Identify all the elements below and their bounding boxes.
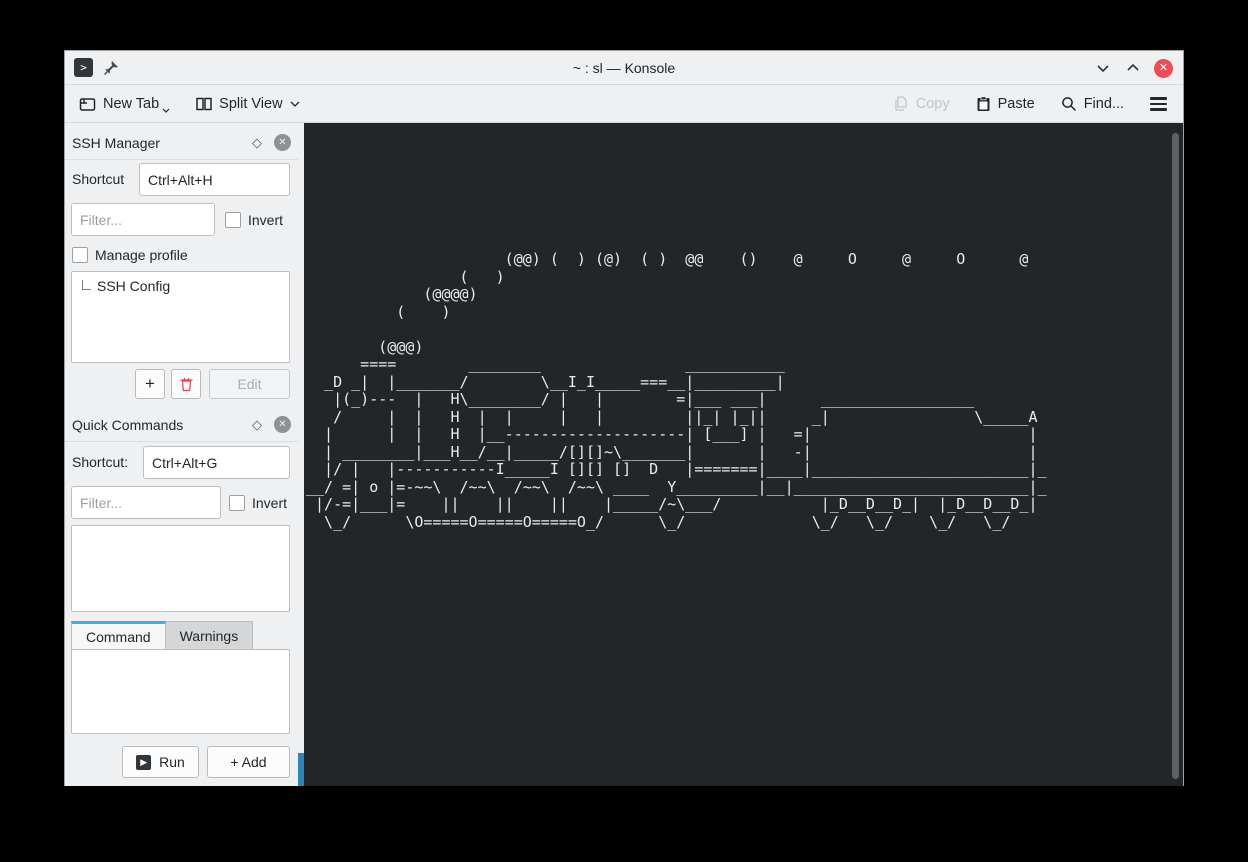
qc-shortcut-label: Shortcut: bbox=[72, 454, 128, 470]
quick-commands-title: Quick Commands bbox=[72, 417, 252, 433]
float-panel-icon[interactable]: ◇ bbox=[252, 135, 262, 151]
ssh-delete-button[interactable] bbox=[171, 369, 201, 399]
qc-invert-checkbox[interactable] bbox=[229, 495, 245, 511]
split-view-button[interactable]: Split View bbox=[188, 96, 307, 112]
trash-icon bbox=[180, 377, 193, 392]
new-tab-button[interactable]: New Tab bbox=[71, 96, 178, 113]
close-button[interactable]: ✕ bbox=[1154, 59, 1173, 78]
qc-filter-input[interactable] bbox=[71, 486, 221, 519]
split-view-label: Split View bbox=[219, 96, 282, 112]
ssh-config-tree[interactable]: SSH Config bbox=[71, 271, 290, 363]
new-tab-icon bbox=[79, 97, 96, 112]
tab-warnings[interactable]: Warnings bbox=[166, 621, 254, 649]
divider bbox=[65, 159, 298, 160]
add-command-button[interactable]: + Add bbox=[207, 746, 290, 778]
konsole-window: > ~ : sl — Konsole ✕ New Tab bbox=[64, 50, 1184, 786]
command-textarea[interactable] bbox=[71, 649, 290, 734]
ssh-edit-button[interactable]: Edit bbox=[209, 369, 290, 399]
qc-shortcut-input[interactable] bbox=[143, 446, 290, 479]
split-view-icon bbox=[196, 97, 212, 111]
close-panel-icon[interactable]: ✕ bbox=[274, 416, 291, 433]
terminal-scrollbar[interactable] bbox=[1172, 133, 1179, 779]
quick-command-list[interactable] bbox=[71, 525, 290, 612]
paste-button[interactable]: Paste bbox=[968, 96, 1043, 112]
new-tab-label: New Tab bbox=[103, 96, 159, 112]
divider bbox=[65, 441, 298, 442]
ssh-filter-input[interactable] bbox=[71, 203, 215, 236]
titlebar[interactable]: > ~ : sl — Konsole ✕ bbox=[65, 51, 1183, 85]
tree-item-label: SSH Config bbox=[97, 278, 170, 294]
minimize-button[interactable] bbox=[1094, 59, 1112, 77]
paste-label: Paste bbox=[998, 96, 1035, 112]
tree-item-ssh-config[interactable]: SSH Config bbox=[72, 272, 289, 294]
qc-invert-label: Invert bbox=[252, 495, 287, 511]
manage-profile-label: Manage profile bbox=[95, 247, 188, 263]
tab-command[interactable]: Command bbox=[71, 621, 166, 649]
run-button[interactable]: ▶ Run bbox=[122, 746, 199, 778]
plugin-sidebar: SSH Manager ◇ ✕ Shortcut Invert Manage p… bbox=[65, 123, 298, 786]
maximize-button[interactable] bbox=[1124, 59, 1142, 77]
quick-commands-panel: Quick Commands ◇ ✕ Shortcut: Invert Comm… bbox=[65, 405, 298, 442]
main-toolbar: New Tab Split View Copy bbox=[65, 86, 1183, 123]
menu-button[interactable] bbox=[1142, 97, 1175, 110]
ssh-shortcut-label: Shortcut bbox=[72, 171, 124, 187]
search-icon bbox=[1061, 96, 1077, 112]
close-panel-icon[interactable]: ✕ bbox=[274, 134, 291, 151]
tree-branch-icon bbox=[82, 280, 91, 290]
run-icon: ▶ bbox=[136, 755, 151, 770]
terminal-display[interactable]: (@@) ( ) (@) ( ) @@ () @ O @ O @ ( ) (@@… bbox=[304, 123, 1183, 786]
sl-ascii-art: (@@) ( ) (@) ( ) @@ () @ O @ O @ ( ) (@@… bbox=[306, 251, 1047, 531]
copy-label: Copy bbox=[916, 96, 950, 112]
float-panel-icon[interactable]: ◇ bbox=[252, 417, 262, 433]
ssh-invert-label: Invert bbox=[248, 212, 283, 228]
ssh-add-button[interactable]: + bbox=[135, 369, 165, 399]
find-label: Find... bbox=[1084, 96, 1124, 112]
manage-profile-checkbox[interactable] bbox=[72, 247, 88, 263]
paste-icon bbox=[976, 96, 991, 112]
find-button[interactable]: Find... bbox=[1053, 96, 1132, 112]
ssh-manager-title: SSH Manager bbox=[72, 135, 252, 151]
split-view-chevron-icon bbox=[290, 101, 300, 107]
copy-icon bbox=[894, 96, 909, 112]
ssh-invert-checkbox[interactable] bbox=[225, 212, 241, 228]
new-tab-caret-icon bbox=[162, 108, 170, 113]
window-title: ~ : sl — Konsole bbox=[65, 60, 1183, 76]
ssh-shortcut-input[interactable] bbox=[139, 163, 290, 196]
copy-button[interactable]: Copy bbox=[886, 96, 958, 112]
ssh-manager-panel: SSH Manager ◇ ✕ Shortcut Invert Manage p… bbox=[65, 129, 298, 160]
